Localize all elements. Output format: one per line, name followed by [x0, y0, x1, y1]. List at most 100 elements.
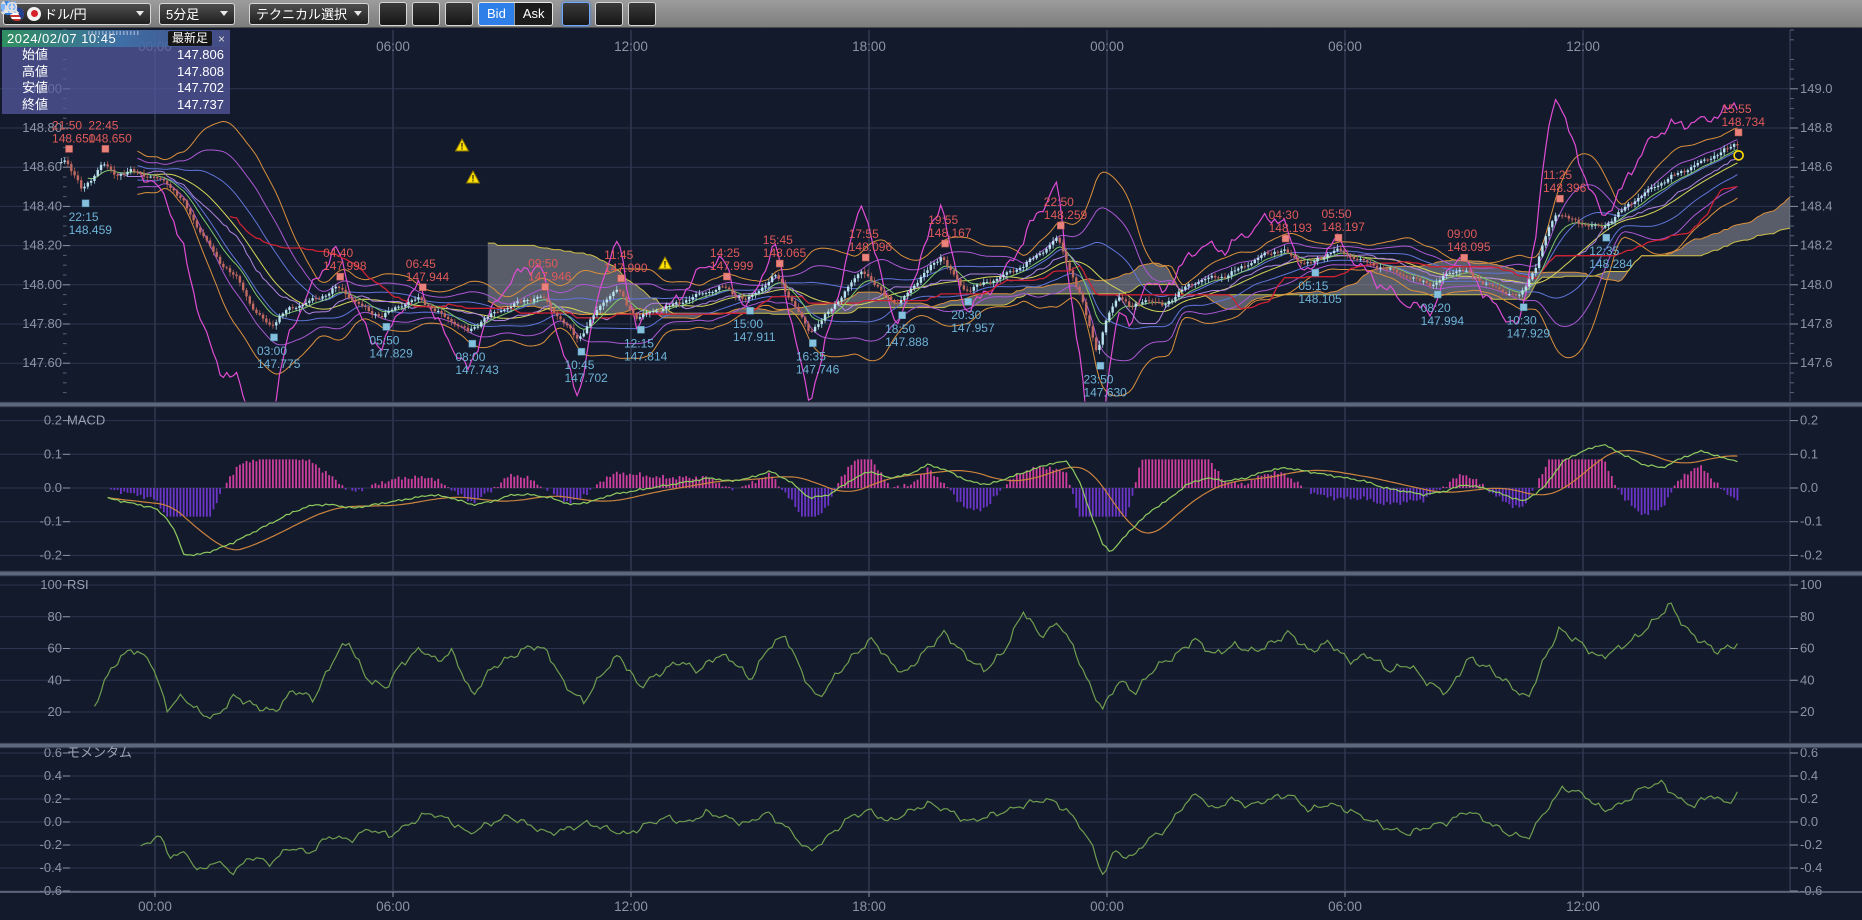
svg-text:148.284: 148.284: [1589, 257, 1633, 271]
info-button[interactable]: [412, 2, 440, 26]
svg-text:-0.2: -0.2: [1800, 547, 1822, 562]
chevron-down-icon: [136, 11, 144, 16]
svg-text:0.2: 0.2: [1800, 413, 1818, 428]
svg-text:19:55: 19:55: [928, 213, 958, 227]
ohlc-row-low: 安値 147.702: [2, 80, 230, 97]
bid-button[interactable]: Bid: [479, 3, 514, 25]
svg-text:18:00: 18:00: [852, 39, 886, 54]
svg-text:!: !: [472, 174, 475, 184]
close-icon[interactable]: ×: [218, 32, 225, 46]
svg-text:148.00: 148.00: [22, 277, 62, 292]
svg-text:148.650: 148.650: [88, 131, 132, 145]
svg-text:147.999: 147.999: [710, 259, 754, 273]
svg-text:00:00: 00:00: [1090, 899, 1124, 914]
svg-text:100: 100: [40, 577, 62, 592]
svg-text:148.095: 148.095: [1447, 240, 1491, 254]
timeframe-select[interactable]: 5分足: [159, 3, 235, 25]
trading-app-window: { "toolbar": { "pair_label": "ドル/円", "ti…: [0, 0, 1862, 920]
svg-text:148.20: 148.20: [22, 238, 62, 253]
ohlc-label: 安値: [22, 80, 48, 97]
candlestick-view-button[interactable]: [562, 2, 590, 26]
svg-text:RSI: RSI: [67, 577, 89, 592]
zoom-in-icon: [0, 0, 20, 16]
svg-text:20: 20: [48, 704, 62, 719]
latest-bar-badge: 最新足: [168, 31, 212, 46]
ohlc-value: 147.702: [177, 80, 224, 97]
svg-text:147.775: 147.775: [257, 357, 301, 371]
svg-text:12:00: 12:00: [1566, 39, 1600, 54]
svg-text:147.60: 147.60: [22, 355, 62, 370]
svg-text:14:25: 14:25: [710, 246, 740, 260]
svg-text:147.946: 147.946: [528, 269, 572, 283]
svg-text:05:15: 05:15: [1298, 279, 1328, 293]
svg-text:20: 20: [1800, 704, 1814, 719]
svg-text:147.743: 147.743: [455, 363, 499, 377]
chart-style-button[interactable]: [445, 2, 473, 26]
chart-canvas[interactable]: 149.00149.0148.80148.8148.60148.6148.401…: [0, 0, 1862, 920]
scroll-range-dots[interactable]: [88, 31, 140, 35]
draw-tool-button[interactable]: [379, 2, 407, 26]
svg-text:0.4: 0.4: [1800, 768, 1818, 783]
svg-text:15:45: 15:45: [763, 233, 793, 247]
svg-text:-0.2: -0.2: [40, 547, 62, 562]
svg-text:0.0: 0.0: [1800, 480, 1818, 495]
svg-text:80: 80: [1800, 609, 1814, 624]
svg-text:148.065: 148.065: [763, 246, 807, 260]
svg-text:-0.2: -0.2: [1800, 837, 1822, 852]
svg-text:147.957: 147.957: [951, 321, 995, 335]
ohlc-row-open: 始値 147.806: [2, 47, 230, 64]
ohlc-value: 147.806: [177, 47, 224, 64]
svg-text:148.197: 148.197: [1321, 220, 1365, 234]
toolbar: ドル/円 5分足 テクニカル選択 Bid Ask: [0, 0, 1862, 28]
svg-text:147.6: 147.6: [1800, 355, 1833, 370]
svg-text:15:00: 15:00: [733, 317, 763, 331]
svg-text:06:00: 06:00: [1328, 39, 1362, 54]
svg-text:0.0: 0.0: [44, 480, 62, 495]
svg-text:147.746: 147.746: [796, 363, 840, 377]
svg-text:148.40: 148.40: [22, 198, 62, 213]
svg-text:!: !: [461, 142, 464, 152]
svg-text:22:45: 22:45: [88, 118, 118, 132]
svg-text:148.259: 148.259: [1044, 208, 1088, 222]
svg-text:06:00: 06:00: [1328, 899, 1362, 914]
svg-text:20:30: 20:30: [951, 308, 981, 322]
svg-text:148.4: 148.4: [1800, 198, 1833, 213]
ohlc-row-close: 終値 147.737: [2, 97, 230, 114]
svg-text:147.702: 147.702: [564, 371, 608, 385]
svg-text:148.60: 148.60: [22, 159, 62, 174]
svg-text:149.0: 149.0: [1800, 81, 1833, 96]
svg-text:80: 80: [48, 609, 62, 624]
svg-text:-0.1: -0.1: [1800, 514, 1822, 529]
svg-text:-0.4: -0.4: [40, 860, 62, 875]
svg-text:MACD: MACD: [67, 413, 105, 428]
svg-text:モメンタム: モメンタム: [67, 745, 132, 760]
svg-text:12:00: 12:00: [614, 39, 648, 54]
ohlc-info-panel: 2024/02/07 10:45 最新足 × 始値 147.806 高値 147…: [2, 30, 230, 114]
svg-text:-0.2: -0.2: [40, 837, 62, 852]
svg-text:00:00: 00:00: [1090, 39, 1124, 54]
ask-button[interactable]: Ask: [514, 3, 553, 25]
svg-text:10:30: 10:30: [1507, 314, 1537, 328]
zoom-in-button[interactable]: [628, 2, 656, 26]
svg-text:60: 60: [1800, 641, 1814, 656]
svg-text:147.994: 147.994: [1421, 314, 1465, 328]
svg-text:60: 60: [48, 641, 62, 656]
svg-text:09:00: 09:00: [1447, 227, 1477, 241]
svg-text:148.193: 148.193: [1269, 221, 1313, 235]
timeframe-label: 5分足: [166, 4, 199, 23]
svg-text:147.990: 147.990: [604, 261, 648, 275]
svg-text:100: 100: [1800, 577, 1822, 592]
svg-text:147.888: 147.888: [885, 335, 929, 349]
svg-text:12:00: 12:00: [1566, 899, 1600, 914]
zoom-out-button[interactable]: [595, 2, 623, 26]
currency-pair-select[interactable]: ドル/円: [3, 3, 151, 25]
svg-text:-0.6: -0.6: [40, 883, 62, 898]
svg-text:11:45: 11:45: [604, 248, 633, 262]
svg-text:12:15: 12:15: [624, 336, 654, 350]
svg-text:06:00: 06:00: [376, 899, 410, 914]
svg-text:147.944: 147.944: [406, 270, 450, 284]
svg-text:05:50: 05:50: [1321, 207, 1351, 221]
svg-text:22:15: 22:15: [69, 210, 99, 224]
technical-indicator-button[interactable]: テクニカル選択: [249, 3, 369, 25]
svg-text:23:50: 23:50: [1083, 372, 1113, 386]
